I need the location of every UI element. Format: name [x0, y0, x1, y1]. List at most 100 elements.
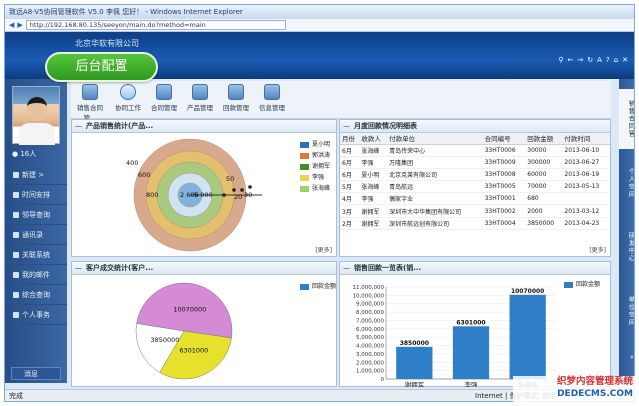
table-row[interactable]: 5月 张海峰 青岛航远 33HT0005 70000 2013-05-13	[340, 180, 610, 194]
gear-icon	[192, 84, 208, 100]
module-toolbar: 销售合同管... 协同工作 合同管理 产品管理 回款管理 信息管理	[71, 81, 611, 122]
left-sidebar: ● 16人 新建 > 时间安排 领导查询 通讯录 关联系统 我的邮件 综合查询 …	[5, 79, 67, 383]
table-cell: 70000	[525, 180, 563, 194]
bar-value-label: 3850000	[400, 340, 429, 347]
back-icon[interactable]: ◀	[9, 21, 14, 29]
pie-label: 10070000	[173, 306, 206, 314]
y-tick-label: 9,000,000	[356, 302, 384, 308]
collaboration-icon	[120, 84, 136, 100]
legend-item: 回款金额	[564, 280, 600, 291]
tool-collaboration[interactable]: 协同工作	[111, 84, 145, 112]
home-icon[interactable]: ⌂	[614, 56, 618, 64]
link-icon	[13, 252, 19, 258]
avatar[interactable]	[12, 86, 60, 145]
refresh-icon[interactable]: ↻	[587, 56, 593, 64]
url-input[interactable]: http://192.168.80.135/seeyon/main.do?met…	[25, 20, 286, 30]
nav-item-linked-systems[interactable]: 关联系统	[5, 245, 67, 265]
nav-item-schedule[interactable]: 时间安排	[5, 185, 67, 205]
tool-product-mgmt[interactable]: 产品管理	[183, 84, 217, 112]
ring-label: 600	[138, 171, 150, 179]
table-cell: 2013-03-12	[562, 204, 610, 218]
y-tick-label: 2,000,000	[356, 360, 384, 366]
tool-contract-mgmt[interactable]: 合同管理	[147, 84, 181, 112]
message-button[interactable]: 消息	[11, 367, 61, 380]
sales-payment-chart: 0 1,000,000 2,000,000 3,000,000 4,000,000 5,0…	[353, 285, 556, 387]
pie-label: 6301000	[179, 346, 208, 354]
table-cell: 3850000	[525, 217, 563, 230]
table-cell: 万隆集团	[387, 156, 483, 169]
table-cell: 青岛航远	[387, 180, 483, 194]
y-tick-label: 0	[381, 377, 385, 383]
table-cell: 300000	[525, 156, 563, 169]
close-icon[interactable]: ✕	[622, 56, 628, 64]
table-cell: 60000	[525, 168, 563, 182]
table-row[interactable]: 4月 李强 偶家字业 33HT0001 680	[340, 192, 610, 206]
nav-item-search[interactable]: 综合查询	[5, 285, 67, 305]
more-link[interactable]: [更多]	[589, 245, 606, 254]
nav-item-mail[interactable]: 我的邮件	[5, 265, 67, 285]
y-tick-label: 8,000,000	[356, 310, 384, 316]
gear-icon	[156, 84, 172, 100]
legend-item: 张海峰	[300, 184, 330, 195]
table-row[interactable]: 6月 夏小明 北京克莱有限公司 33HT0008 60000 2013-06-19	[340, 168, 610, 182]
legend-swatch	[300, 283, 309, 290]
back-icon[interactable]: ←	[568, 56, 574, 64]
tool-info-mgmt[interactable]: 信息管理	[255, 84, 289, 112]
search-icon[interactable]: ⚲	[558, 56, 563, 64]
nav-item-leader-query[interactable]: 领导查询	[5, 205, 67, 225]
admin-config-badge[interactable]: 后台配置	[45, 52, 158, 82]
tool-payment-mgmt[interactable]: 回款管理	[219, 84, 253, 112]
header-icons: ⚲ ← → ↻ A ? ⌂ ✕	[558, 56, 628, 64]
help-icon[interactable]: ?	[606, 56, 610, 64]
column-header[interactable]: 月份	[340, 133, 360, 145]
tab-sales-contract[interactable]: 销售合同管	[619, 89, 634, 149]
column-header[interactable]: 合同编号	[482, 133, 526, 145]
table-cell: 33HT0009	[482, 156, 526, 169]
column-header[interactable]: 付款单位	[387, 133, 483, 145]
font-size-icon[interactable]: A	[597, 56, 602, 64]
more-link[interactable]: [更多]	[315, 245, 332, 254]
column-header[interactable]: 收款人	[359, 133, 388, 145]
column-header[interactable]: 回款金额	[525, 133, 563, 145]
product-sales-legend: 夏小明 郭洪涛 谢拥军 李强 张海峰	[300, 140, 330, 195]
forward-icon[interactable]: ▶	[17, 21, 22, 29]
table-row[interactable]: 6月 张海峰 青岛传荣中心 33HT0006 30000 2013-06-10	[340, 144, 610, 157]
payment-table: 月份 收款人 付款单位 合同编号 回款金额 付款时间 6月 张海峰 青岛传荣中心 33HT000…	[340, 133, 610, 230]
nav-item-new[interactable]: 新建 >	[5, 165, 67, 185]
forward-icon[interactable]: →	[577, 56, 583, 64]
table-cell: 张海峰	[359, 180, 388, 194]
table-cell: 33HT0008	[482, 168, 526, 182]
tool-sales-contract[interactable]: 销售合同管...	[73, 84, 107, 122]
column-header[interactable]: 付款时间	[562, 133, 610, 145]
y-tick-label: 10,000,000	[353, 293, 385, 299]
legend-swatch	[300, 163, 309, 170]
legend-item: 夏小明	[300, 140, 330, 151]
table-cell: 2013-06-19	[562, 168, 610, 182]
monthly-payment-panel: 月度回款情况明细表 月份收款人付款单位合同编号回款金额付款时间 6月张海峰青岛传…	[339, 119, 611, 257]
gear-icon	[264, 84, 280, 100]
customer-panel: 客户成交统计(客户... 10070000 63010003850000 回款金额	[71, 261, 337, 387]
nav-item-contacts[interactable]: 通讯录	[5, 225, 67, 245]
tab-unit-space[interactable]: 单位空间	[619, 283, 634, 339]
bar	[509, 294, 546, 379]
table-cell: 李强	[359, 192, 388, 206]
table-cell: 李强	[359, 156, 388, 169]
table-cell: 3月	[340, 204, 360, 218]
table-cell: 2月	[340, 217, 360, 230]
tab-rd-center[interactable]: 研发中心	[619, 219, 634, 275]
product-sales-chart: 400600800 2 6005 0005020 30	[126, 138, 262, 252]
table-row[interactable]: 2月 谢拥军 深圳市航远创有限公司 33HT0004 3850000 2013-04-23	[340, 217, 610, 230]
nav-item-personal[interactable]: 个人事务	[5, 305, 67, 325]
online-count[interactable]: ● 16人	[12, 149, 36, 159]
ring-label: 20	[234, 193, 242, 201]
table-cell	[562, 192, 610, 206]
table-row[interactable]: 6月 李强 万隆集团 33HT0009 300000 2013-06-27	[340, 156, 610, 169]
double-chevron-icon[interactable]: »	[619, 347, 634, 367]
ring-marker	[248, 185, 252, 189]
table-cell: 6月	[340, 144, 360, 157]
y-tick-label: 11,000,000	[353, 285, 385, 291]
table-row[interactable]: 3月 谢拥军 深圳市大中华集团有限公司 33HT0002 2000 2013-03-12	[340, 204, 610, 218]
table-cell: 青岛传荣中心	[387, 144, 483, 157]
tab-personal-space[interactable]: 个人空间	[619, 155, 634, 211]
legend-item: 李强	[300, 173, 330, 184]
